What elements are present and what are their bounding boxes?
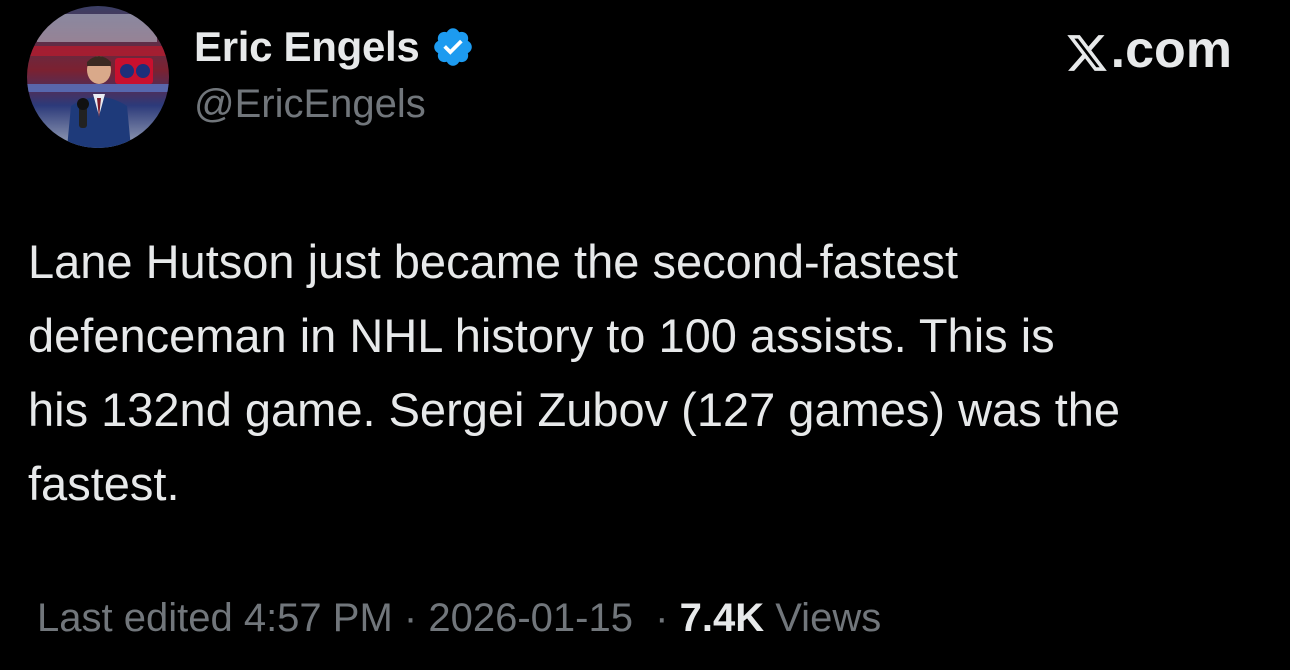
- site-domain-label: .com: [1110, 21, 1232, 79]
- author-display-name[interactable]: Eric Engels: [194, 23, 420, 71]
- tweet-text: Lane Hutson just became the second-faste…: [28, 235, 1121, 510]
- avatar-image: [27, 6, 169, 148]
- tweet-card: Eric Engels @EricEngels .com Lane Hutson…: [0, 0, 1290, 670]
- tweet-meta: Last edited 4:57 PM · 2026-01-15 · 7.4K …: [37, 596, 881, 641]
- tweet-date[interactable]: 2026-01-15: [428, 596, 633, 641]
- site-watermark: .com: [1065, 20, 1232, 80]
- avatar[interactable]: [27, 6, 169, 148]
- verified-badge-icon: [431, 25, 475, 69]
- meta-separator-2: ·: [632, 596, 680, 640]
- meta-separator: ·: [392, 596, 429, 640]
- views-label: Views: [764, 596, 882, 640]
- x-logo-icon: [1065, 28, 1109, 72]
- author-handle[interactable]: @EricEngels: [194, 82, 426, 127]
- author-name-row[interactable]: Eric Engels: [194, 22, 475, 72]
- edited-label[interactable]: Last edited 4:57 PM: [37, 596, 393, 641]
- views-count[interactable]: 7.4K: [680, 596, 765, 641]
